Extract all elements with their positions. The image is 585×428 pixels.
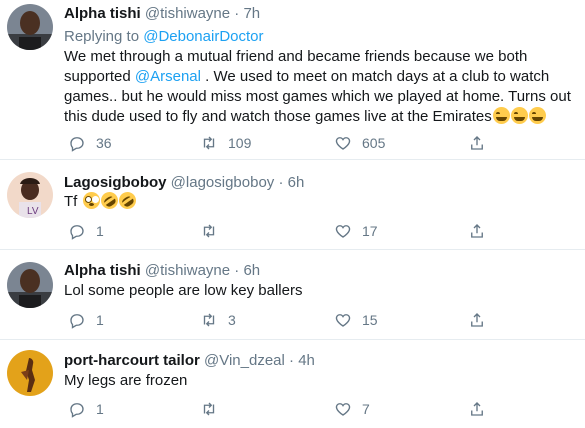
retweet-icon	[203, 224, 215, 238]
tweet-actions: 1 7	[64, 399, 564, 419]
share-button[interactable]	[468, 310, 486, 330]
rolling-laughing-emoji	[97, 188, 121, 213]
timestamp[interactable]: 4h	[298, 352, 315, 369]
like-count: 7	[362, 401, 370, 417]
tweet-actions: 1 17	[64, 221, 564, 241]
retweet-icon	[203, 313, 215, 327]
retweet-button[interactable]: 109	[200, 133, 251, 153]
tweet-text-part: Lol some people are low key ballers	[64, 282, 303, 299]
heart-icon	[335, 403, 351, 416]
retweet-count: 109	[228, 135, 252, 151]
timestamp[interactable]: 6h	[243, 262, 260, 279]
like-button[interactable]: 17	[334, 221, 378, 241]
like-count: 605	[362, 135, 386, 151]
tweet[interactable]: Alpha tishi @tishiwayne · 7h Replying to…	[0, 0, 585, 160]
tears-of-joy-emoji	[510, 107, 528, 124]
heart-icon	[335, 314, 351, 327]
separator-dot: ·	[234, 262, 240, 279]
retweet-count: 3	[228, 312, 236, 328]
tweet-text: My legs are frozen	[64, 371, 576, 391]
tweet[interactable]: LV Lagosigboboy @lagosigboboy · 6h Tf 1 …	[0, 160, 585, 250]
like-button[interactable]: 605	[334, 133, 385, 153]
replying-to-link[interactable]: @DebonairDoctor	[143, 28, 263, 45]
reply-count: 1	[96, 223, 104, 239]
retweet-button[interactable]: 3	[200, 310, 236, 330]
like-button[interactable]: 7	[334, 399, 370, 419]
reply-button[interactable]: 1	[68, 399, 104, 419]
share-button[interactable]	[468, 133, 486, 153]
reply-icon	[70, 403, 84, 418]
share-button[interactable]	[468, 399, 486, 419]
tweet-text: Tf	[64, 188, 576, 213]
share-icon	[471, 136, 483, 150]
retweet-icon	[203, 402, 215, 416]
reply-count: 1	[96, 312, 104, 328]
display-name[interactable]: Lagosigboboy	[64, 174, 167, 191]
display-name[interactable]: port-harcourt tailor	[64, 352, 200, 369]
flushed-face-emoji	[82, 192, 100, 209]
reply-button[interactable]: 1	[68, 310, 104, 330]
tweet-header: Alpha tishi @tishiwayne · 6h	[64, 262, 260, 280]
tweet-actions: 1 3 15	[64, 310, 564, 330]
tweet-text-part: Tf	[64, 193, 78, 210]
reply-count: 1	[96, 401, 104, 417]
tweet-text: Lol some people are low key ballers	[64, 281, 576, 301]
tweet-text: We met through a mutual friend and becam…	[64, 47, 576, 127]
user-handle[interactable]: @lagosigboboy	[171, 174, 275, 191]
rolling-laughing-emoji	[115, 188, 139, 213]
user-handle[interactable]: @tishiwayne	[145, 5, 230, 22]
tweet-text-part: My legs are frozen	[64, 372, 188, 389]
display-name[interactable]: Alpha tishi	[64, 262, 141, 279]
share-icon	[471, 224, 483, 238]
retweet-icon	[203, 136, 215, 150]
reply-icon	[70, 314, 84, 329]
share-icon	[471, 402, 483, 416]
reply-button[interactable]: 36	[68, 133, 112, 153]
reply-count: 36	[96, 135, 112, 151]
user-handle[interactable]: @tishiwayne	[145, 262, 230, 279]
like-count: 17	[362, 223, 378, 239]
reply-button[interactable]: 1	[68, 221, 104, 241]
replying-to: Replying to @DebonairDoctor	[64, 28, 264, 46]
tweet-header: Alpha tishi @tishiwayne · 7h	[64, 5, 260, 23]
share-icon	[471, 313, 483, 327]
tweet-header: Lagosigboboy @lagosigboboy · 6h	[64, 174, 304, 192]
user-handle[interactable]: @Vin_dzeal	[204, 352, 285, 369]
separator-dot: ·	[289, 352, 295, 369]
tweet[interactable]: Alpha tishi @tishiwayne · 6h Lol some pe…	[0, 250, 585, 340]
timestamp[interactable]: 6h	[288, 174, 305, 191]
separator-dot: ·	[234, 5, 240, 22]
like-count: 15	[362, 312, 378, 328]
timestamp[interactable]: 7h	[243, 5, 260, 22]
tweet[interactable]: port-harcourt tailor @Vin_dzeal · 4h My …	[0, 340, 585, 428]
tears-of-joy-emoji	[492, 107, 510, 124]
reply-icon	[70, 137, 84, 152]
tears-of-joy-emoji	[528, 107, 546, 124]
tweet-actions: 36 109 605	[64, 133, 564, 153]
reply-icon	[70, 225, 84, 240]
svg-text:LV: LV	[27, 206, 39, 217]
avatar[interactable]	[7, 4, 53, 50]
share-button[interactable]	[468, 221, 486, 241]
mention-link[interactable]: @Arsenal	[135, 68, 201, 85]
heart-icon	[335, 137, 351, 150]
avatar[interactable]: LV	[7, 172, 53, 218]
avatar[interactable]	[7, 262, 53, 308]
separator-dot: ·	[278, 174, 284, 191]
avatar[interactable]	[7, 350, 53, 396]
heart-icon	[335, 225, 351, 238]
replying-to-label: Replying to	[64, 28, 144, 45]
display-name[interactable]: Alpha tishi	[64, 5, 141, 22]
retweet-button[interactable]	[200, 221, 228, 241]
tweet-header: port-harcourt tailor @Vin_dzeal · 4h	[64, 352, 315, 370]
retweet-button[interactable]	[200, 399, 228, 419]
like-button[interactable]: 15	[334, 310, 378, 330]
